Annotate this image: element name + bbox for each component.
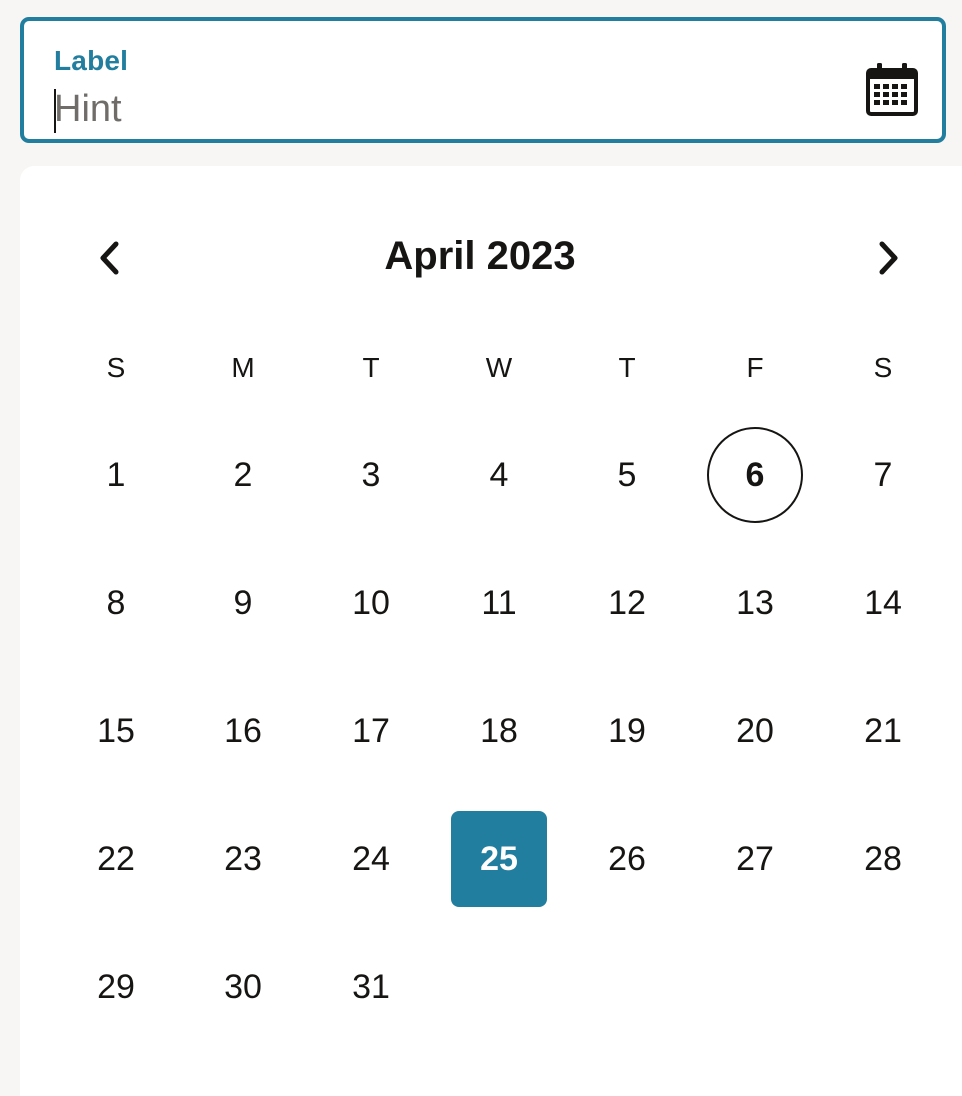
day-cell-18[interactable]: 18 <box>451 683 547 779</box>
day-cell-26[interactable]: 26 <box>579 811 675 907</box>
day-cell-27[interactable]: 27 <box>707 811 803 907</box>
day-cell-2[interactable]: 2 <box>195 427 291 523</box>
day-cell-16[interactable]: 16 <box>195 683 291 779</box>
date-input-field[interactable]: Label <box>20 17 946 143</box>
field-label: Label <box>54 45 129 76</box>
day-cell-6[interactable]: 6 <box>707 427 803 523</box>
day-cell-5[interactable]: 5 <box>579 427 675 523</box>
day-cell-25[interactable]: 25 <box>451 811 547 907</box>
day-cell-20[interactable]: 20 <box>707 683 803 779</box>
day-cell-1[interactable]: 1 <box>68 427 164 523</box>
weekday-header: S <box>106 352 126 383</box>
text-cursor <box>54 89 56 133</box>
weekday-header: M <box>231 352 255 383</box>
weekday-header: F <box>746 352 764 383</box>
calendar-grid: S M T W T F S 1 2 3 4 5 6 7 8 9 10 11 12 13 14 15 16 17 18 19 20 21… <box>20 166 962 1066</box>
day-cell-23[interactable]: 23 <box>195 811 291 907</box>
weekday-header: W <box>485 352 513 383</box>
day-cell-24[interactable]: 24 <box>323 811 419 907</box>
calendar-icon-graphic <box>866 63 918 116</box>
day-cell-29[interactable]: 29 <box>68 939 164 1035</box>
day-cell-14[interactable]: 14 <box>835 555 931 651</box>
day-cell-15[interactable]: 15 <box>68 683 164 779</box>
weekday-header: S <box>873 352 893 383</box>
day-cell-30[interactable]: 30 <box>195 939 291 1035</box>
calendar-icon[interactable] <box>862 57 922 121</box>
day-cell-9[interactable]: 9 <box>195 555 291 651</box>
date-input[interactable] <box>54 85 814 133</box>
day-cell-19[interactable]: 19 <box>579 683 675 779</box>
day-cell-8[interactable]: 8 <box>68 555 164 651</box>
day-cell-10[interactable]: 10 <box>323 555 419 651</box>
calendar-popup: April 2023 S M T W T F S 1 2 3 4 5 6 7 8 9 10 11 12 13 14 15 1… <box>20 166 962 1096</box>
day-cell-12[interactable]: 12 <box>579 555 675 651</box>
day-cell-21[interactable]: 21 <box>835 683 931 779</box>
day-cell-3[interactable]: 3 <box>323 427 419 523</box>
day-cell-7[interactable]: 7 <box>835 427 931 523</box>
day-cell-22[interactable]: 22 <box>68 811 164 907</box>
day-cell-11[interactable]: 11 <box>451 555 547 651</box>
day-cell-28[interactable]: 28 <box>835 811 931 907</box>
weekday-header: T <box>362 352 380 383</box>
weekday-header: T <box>618 352 636 383</box>
day-cell-17[interactable]: 17 <box>323 683 419 779</box>
day-cell-31[interactable]: 31 <box>323 939 419 1035</box>
day-cell-13[interactable]: 13 <box>707 555 803 651</box>
day-cell-4[interactable]: 4 <box>451 427 547 523</box>
